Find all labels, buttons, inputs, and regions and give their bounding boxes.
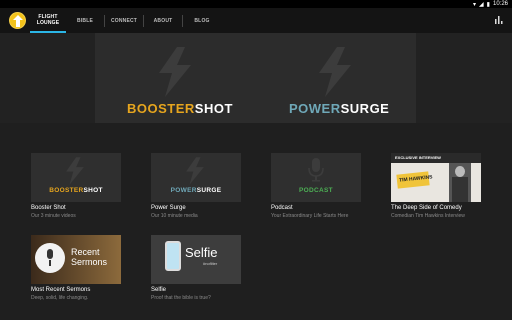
tile-thumbnail: Selfie #nofilter [151,235,241,284]
tile-title: Podcast [271,205,293,211]
power-surge-logo: POWERSURGE [289,101,389,116]
tile-deep-side-of-comedy[interactable]: EXCLUSIVE INTERVIEW TIM HAWKINS The Deep… [391,153,481,221]
tile-podcast[interactable]: PODCAST Podcast Your Extraordinary Life … [271,153,361,221]
tile-subtitle: Proof that the bible is true? [151,295,211,301]
tile-thumbnail: PODCAST [271,153,361,202]
tile-most-recent-sermons[interactable]: Recent Sermons Most Recent Sermons Deep,… [31,235,121,303]
thumb-text: Recent Sermons [71,247,107,267]
thumb-text: #nofilter [203,261,218,266]
microphone-icon [47,249,53,266]
tile-thumbnail: POWERSURGE [151,153,241,202]
power-surge-part-2: SURGE [340,101,390,116]
tile-title: Most Recent Sermons [31,287,91,293]
tile-thumbnail: Recent Sermons [31,235,121,284]
tab-about-label: ABOUT [153,17,173,24]
tile-brand: BOOSTERSHOT [31,187,121,194]
tile-brand: POWERSURGE [151,187,241,194]
thumb-text: EXCLUSIVE INTERVIEW [395,155,441,160]
tab-about[interactable]: ABOUT [144,8,182,33]
tile-brand-part-2: SURGE [196,187,222,194]
tile-subtitle: Your Extraordinary Life Starts Here [271,213,349,219]
power-surge-part-1: POWER [289,101,341,116]
tab-flight-lounge[interactable]: FLIGHT LOUNGE [30,8,66,33]
tile-brand: PODCAST [299,187,333,194]
status-time: 10:26 [492,1,508,7]
tab-connect-label: CONNECT [110,17,138,24]
thumb-text-line-1: Recent [71,247,100,257]
person-photo [449,163,471,202]
tab-blog[interactable]: BLOG [183,8,221,33]
wifi-icon: ▾ [473,1,477,8]
tab-blog-label: BLOG [194,17,210,24]
tab-bible-label: BIBLE [77,17,93,24]
thumb-text: Selfie [185,245,218,260]
tile-power-surge[interactable]: POWERSURGE Power Surge Our 10 minute med… [151,153,241,221]
bar-chart-icon[interactable] [495,16,503,24]
tile-thumbnail: EXCLUSIVE INTERVIEW TIM HAWKINS [391,153,481,202]
booster-shot-logo: BOOSTERSHOT [127,101,233,116]
tile-subtitle: Our 10 minute media [151,213,198,219]
signal-icon: ◢ [479,1,484,8]
lightning-bolt-icon [66,157,84,185]
tab-connect[interactable]: CONNECT [105,8,143,33]
top-nav: FLIGHT LOUNGE BIBLE CONNECT ABOUT BLOG [30,8,221,33]
tile-thumbnail: BOOSTERSHOT [31,153,121,202]
microphone-badge [35,243,65,273]
tile-booster-shot[interactable]: BOOSTERSHOT Booster Shot Our 3 minute vi… [31,153,121,221]
tile-brand-part-1: POWER [170,187,197,194]
tab-bible[interactable]: BIBLE [66,8,104,33]
tile-brand-part-2: SHOT [83,187,103,194]
tab-flight-lounge-label-2: LOUNGE [36,19,60,26]
app-bar: FLIGHT LOUNGE BIBLE CONNECT ABOUT BLOG [0,8,512,33]
thumb-text-line-2: Sermons [71,257,108,267]
booster-shot-part-1: BOOSTER [127,101,195,116]
tile-brand-part-1: BOOSTER [49,187,84,194]
battery-icon: ▮ [486,1,490,8]
status-bar: ▾ ◢ ▮ 10:26 [0,0,512,8]
tile-selfie[interactable]: Selfie #nofilter Selfie Proof that the b… [151,235,241,303]
tab-flight-lounge-label-1: FLIGHT [38,13,58,20]
tile-title: Selfie [151,287,167,293]
tile-title: Power Surge [151,205,186,211]
tile-title: The Deep Side of Comedy [391,205,462,211]
tile-subtitle: Comedian Tim Hawkins Interview [391,213,465,219]
tile-subtitle: Deep, solid, life changing. [31,295,89,301]
microphone-icon [308,158,324,182]
lightning-bolt-icon [319,47,351,97]
tile-title: Booster Shot [31,205,66,211]
phone-icon [165,241,181,271]
hero-panel[interactable]: BOOSTERSHOT POWERSURGE [95,33,416,123]
arrow-up-icon [13,15,23,27]
app-logo[interactable] [9,12,26,29]
lightning-bolt-icon [159,47,191,97]
tile-subtitle: Our 3 minute videos [31,213,76,219]
lightning-bolt-icon [186,157,204,185]
booster-shot-part-2: SHOT [194,101,233,116]
hero-banner: BOOSTERSHOT POWERSURGE [0,33,512,123]
